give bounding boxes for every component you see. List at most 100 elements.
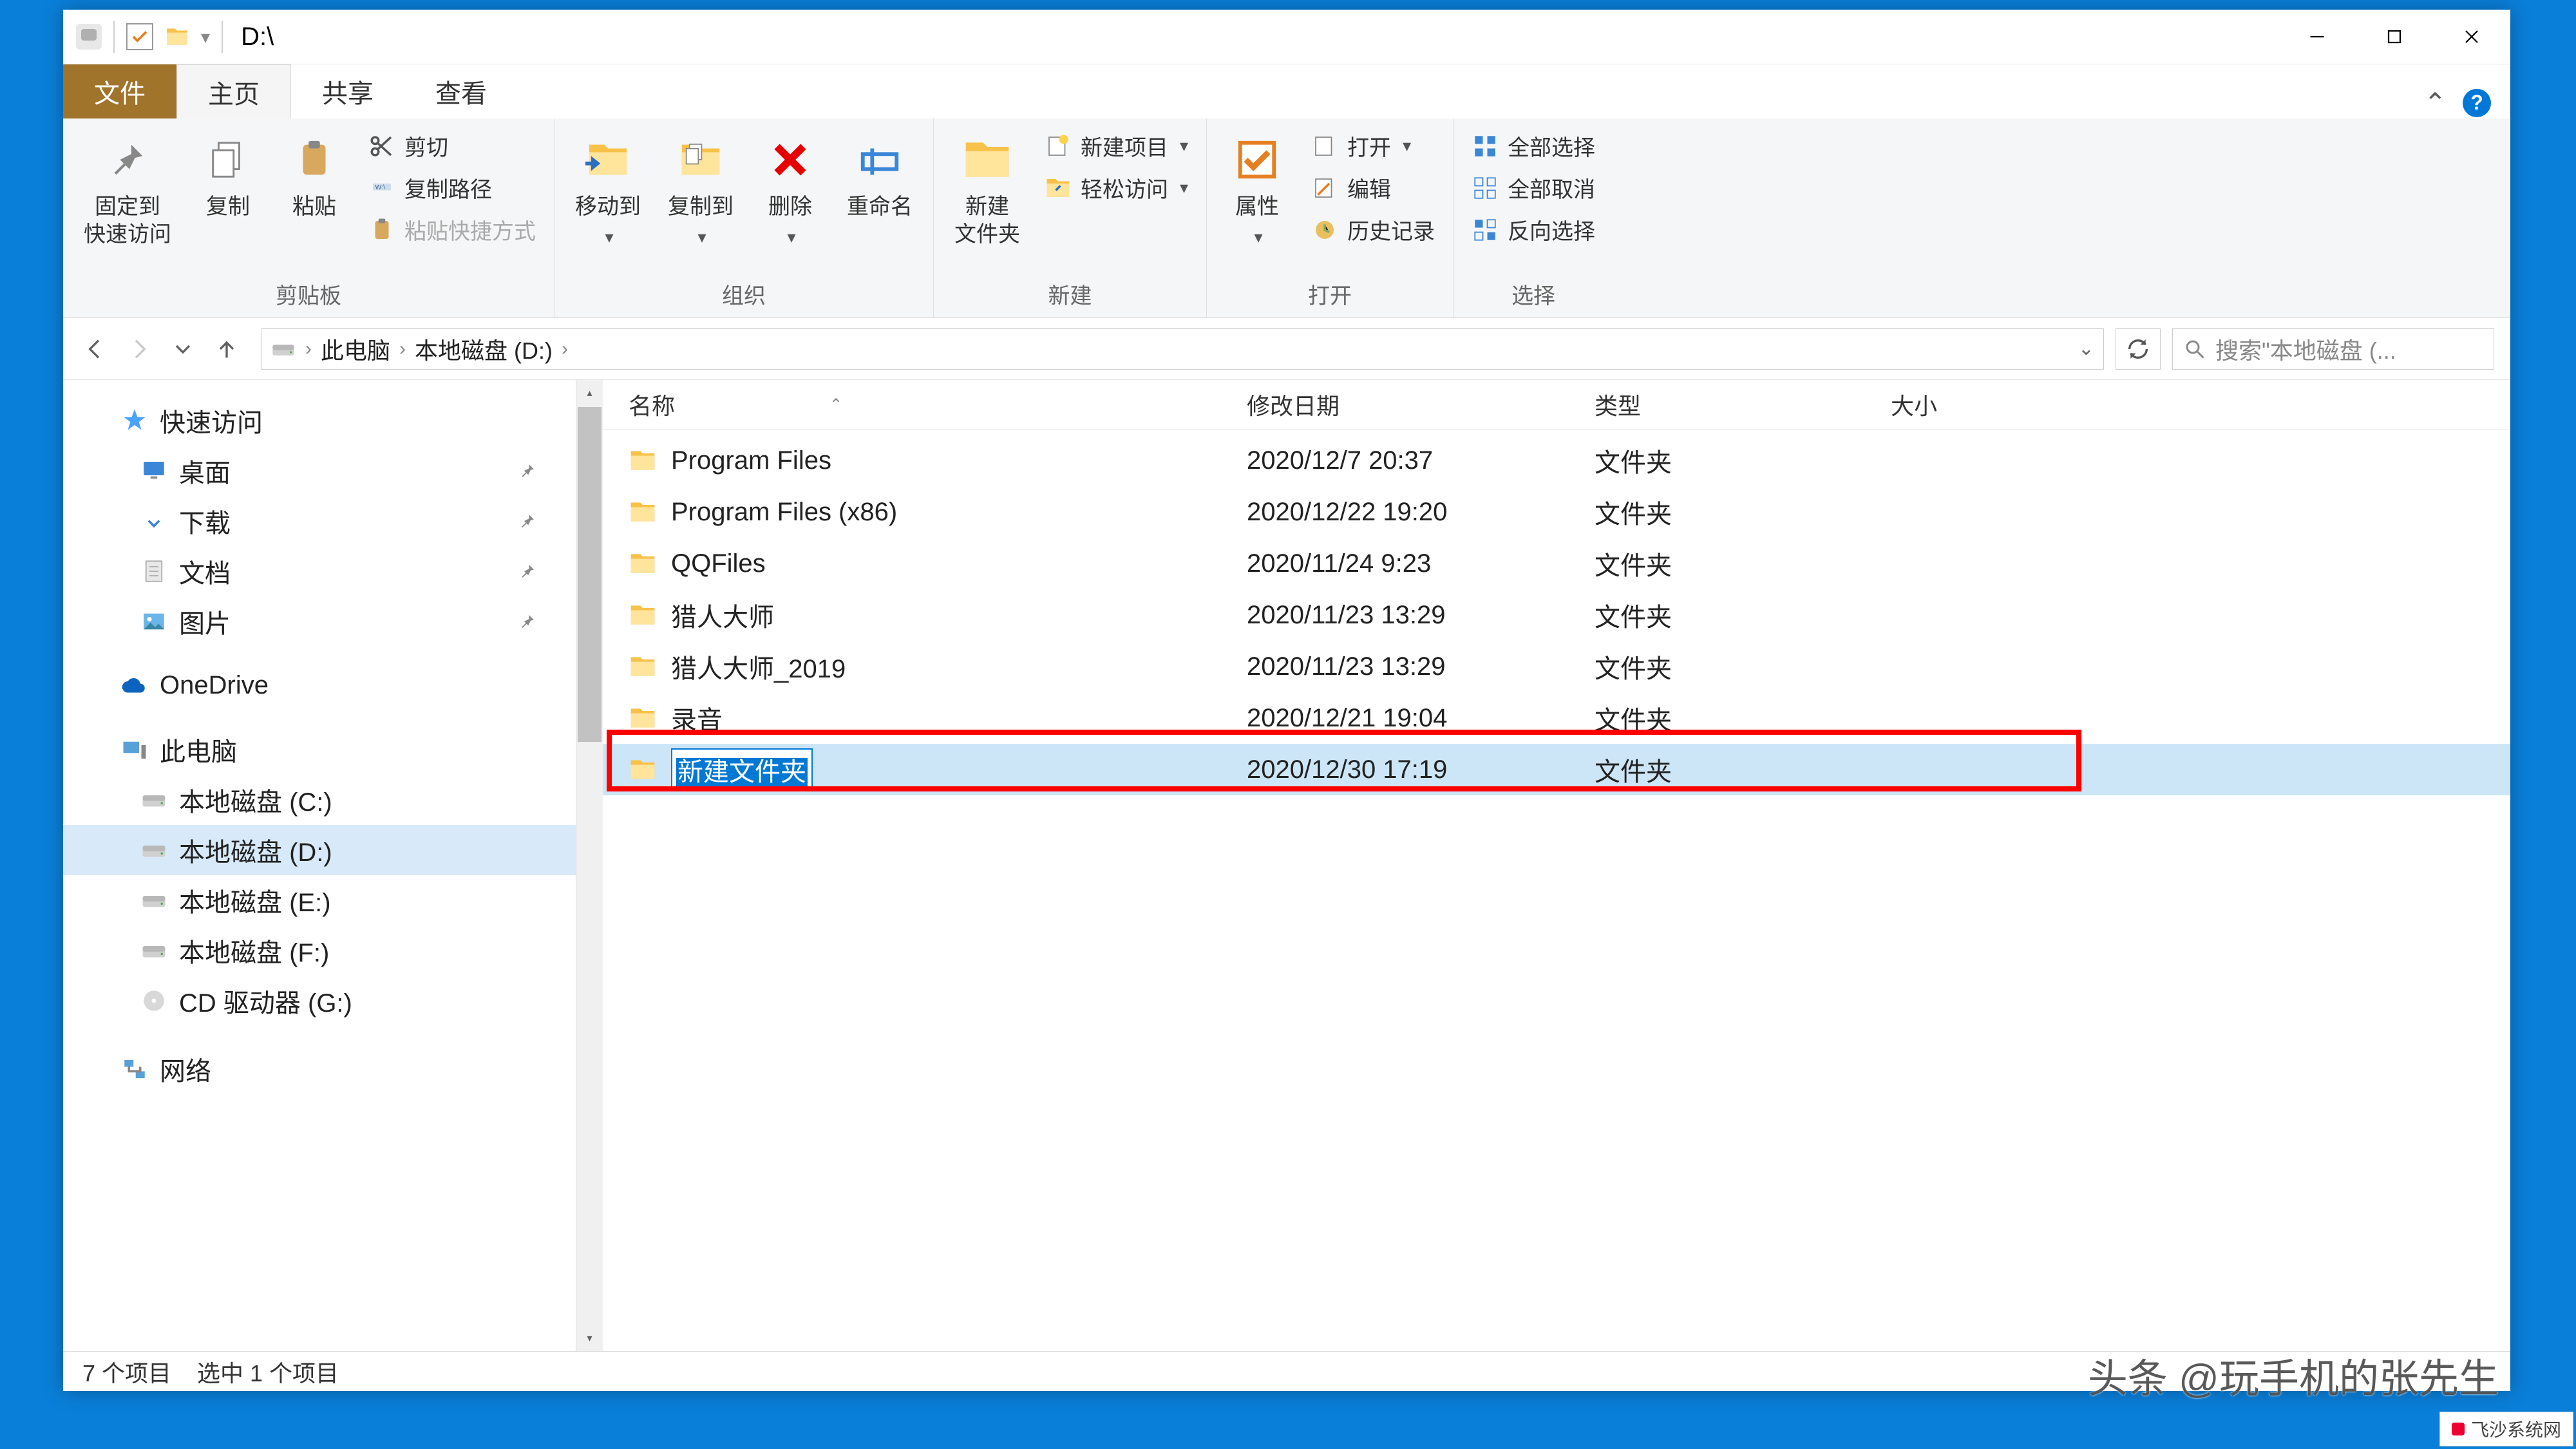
- folder-icon: [629, 704, 657, 732]
- folder-icon: [629, 601, 657, 629]
- breadcrumb-drive[interactable]: 本地磁盘 (D:): [415, 332, 553, 366]
- dropdown-caret-icon: ▾: [1180, 178, 1188, 198]
- col-header-type[interactable]: 类型: [1595, 388, 1891, 421]
- group-label: 剪贴板: [276, 274, 341, 312]
- col-header-date[interactable]: 修改日期: [1247, 388, 1595, 421]
- history-icon: [1311, 216, 1338, 243]
- file-row[interactable]: Program Files (x86)2020/12/22 19:20文件夹: [603, 486, 2510, 538]
- sidebar-item-onedrive[interactable]: OneDrive: [63, 665, 576, 706]
- select-none-button[interactable]: 全部取消: [1465, 169, 1602, 206]
- qat-properties-icon[interactable]: [126, 23, 153, 50]
- file-row[interactable]: 猎人大师_20192020/11/23 13:29文件夹: [603, 641, 2510, 692]
- ribbon: 固定到 快速访问 复制 粘贴 剪切 W:\复制路径 粘贴快捷方式 剪贴板: [63, 118, 2510, 318]
- dropdown-caret-icon: ▾: [787, 227, 795, 247]
- history-button[interactable]: 历史记录: [1305, 211, 1441, 248]
- navbar: › 此电脑 › 本地磁盘 (D:) › ⌄ 搜索"本地磁盘 (...: [63, 318, 2510, 379]
- sidebar: 快速访问 桌面 下载 文档 图片 OneDrive 此电脑 本地磁盘 (C:) …: [63, 380, 603, 1351]
- move-to-button[interactable]: 移动到 ▾: [566, 128, 650, 252]
- drive-icon: [76, 24, 102, 50]
- qat-folder-icon[interactable]: [165, 24, 189, 49]
- sidebar-item-network[interactable]: 网络: [63, 1044, 576, 1094]
- scroll-thumb[interactable]: [578, 407, 601, 742]
- help-icon[interactable]: ?: [2463, 89, 2491, 117]
- watermark-text: 头条 @玩手机的张先生: [2088, 1346, 2499, 1404]
- file-row[interactable]: Program Files2020/12/7 20:37文件夹: [603, 435, 2510, 486]
- folder-icon: [629, 446, 657, 475]
- minimize-button[interactable]: [2278, 10, 2356, 64]
- ribbon-group-clipboard: 固定到 快速访问 复制 粘贴 剪切 W:\复制路径 粘贴快捷方式 剪贴板: [63, 118, 554, 317]
- paste-shortcut-button[interactable]: 粘贴快捷方式: [362, 211, 542, 248]
- group-label: 选择: [1511, 274, 1555, 312]
- rename-button[interactable]: 重命名: [838, 128, 922, 226]
- back-button[interactable]: [79, 333, 111, 365]
- group-label: 组织: [722, 274, 766, 312]
- file-row[interactable]: QQFiles2020/11/24 9:23文件夹: [603, 538, 2510, 589]
- copy-button[interactable]: 复制: [189, 128, 267, 226]
- easy-access-icon: [1045, 175, 1072, 202]
- copy-to-button[interactable]: 复制到 ▾: [659, 128, 743, 252]
- address-dropdown-icon[interactable]: ⌄: [2078, 337, 2094, 360]
- cloud-icon: [121, 672, 148, 699]
- group-label: 打开: [1308, 274, 1352, 312]
- qat-dropdown-icon[interactable]: ▾: [201, 26, 210, 48]
- body: 快速访问 桌面 下载 文档 图片 OneDrive 此电脑 本地磁盘 (C:) …: [63, 379, 2510, 1351]
- file-row[interactable]: 猎人大师2020/11/23 13:29文件夹: [603, 589, 2510, 641]
- ribbon-group-select: 全部选择 全部取消 反向选择 选择: [1454, 118, 1613, 317]
- separator: [113, 21, 115, 53]
- new-item-icon: [1045, 133, 1072, 160]
- sort-caret-icon: ⌃: [829, 395, 842, 414]
- paste-button[interactable]: 粘贴: [276, 128, 353, 226]
- pin-icon: [518, 612, 537, 631]
- select-none-icon: [1472, 175, 1499, 202]
- pin-icon: [518, 562, 537, 581]
- tab-file[interactable]: 文件: [63, 64, 176, 118]
- nav-tree: 快速访问 桌面 下载 文档 图片 OneDrive 此电脑 本地磁盘 (C:) …: [63, 380, 576, 1351]
- ribbon-group-organize: 移动到 ▾ 复制到 ▾ 删除 ▾ 重命名 组织: [554, 118, 934, 317]
- open-icon: [1311, 133, 1338, 160]
- invert-selection-button[interactable]: 反向选择: [1465, 211, 1602, 248]
- col-header-name[interactable]: 名称⌃: [629, 388, 1247, 421]
- search-input[interactable]: 搜索"本地磁盘 (...: [2172, 328, 2494, 370]
- rename-icon: [853, 133, 907, 187]
- sidebar-item-cd-drive[interactable]: CD 驱动器 (G:): [63, 976, 576, 1026]
- scroll-down-icon[interactable]: ▾: [576, 1325, 603, 1351]
- easy-access-button[interactable]: 轻松访问▾: [1038, 169, 1195, 206]
- open-button[interactable]: 打开▾: [1305, 128, 1441, 164]
- paste-icon: [287, 133, 341, 187]
- select-all-button[interactable]: 全部选择: [1465, 128, 1602, 164]
- recent-dropdown[interactable]: [167, 333, 199, 365]
- new-item-button[interactable]: 新建项目▾: [1038, 128, 1195, 164]
- corner-badge: 飞沙系统网: [2439, 1412, 2573, 1446]
- pin-icon: [518, 511, 537, 531]
- tab-view[interactable]: 查看: [404, 64, 518, 118]
- refresh-button[interactable]: [2116, 328, 2161, 370]
- properties-icon: [1230, 133, 1284, 187]
- copy-icon: [201, 133, 255, 187]
- tab-home[interactable]: 主页: [176, 64, 291, 118]
- separator: [222, 21, 223, 53]
- sidebar-scrollbar[interactable]: ▴ ▾: [576, 380, 603, 1351]
- delete-button[interactable]: 删除 ▾: [752, 128, 829, 252]
- dropdown-caret-icon: ▾: [1255, 227, 1263, 247]
- scroll-up-icon[interactable]: ▴: [576, 380, 603, 406]
- file-row[interactable]: 录音2020/12/21 19:04文件夹: [603, 692, 2510, 744]
- dropdown-caret-icon: ▾: [1403, 136, 1411, 156]
- cut-button[interactable]: 剪切: [362, 128, 542, 164]
- file-row-selected[interactable]: 新建文件夹 2020/12/30 17:19 文件夹: [603, 744, 2510, 795]
- chevron-right-icon: ›: [562, 338, 568, 360]
- maximize-button[interactable]: [2356, 10, 2433, 64]
- scissors-icon: [368, 133, 395, 160]
- close-button[interactable]: [2433, 10, 2510, 64]
- collapse-ribbon-icon[interactable]: ⌃: [2424, 87, 2447, 118]
- breadcrumb-this-pc[interactable]: 此电脑: [321, 332, 390, 366]
- new-folder-button[interactable]: 新建 文件夹: [945, 128, 1029, 253]
- window-title: D:\: [241, 23, 274, 52]
- address-bar[interactable]: › 此电脑 › 本地磁盘 (D:) › ⌄: [261, 328, 2104, 370]
- col-header-size[interactable]: 大小: [1891, 388, 2084, 421]
- folder-icon: [629, 652, 657, 681]
- pin-to-quick-access-button[interactable]: 固定到 快速访问: [75, 128, 180, 253]
- forward-button[interactable]: [123, 333, 155, 365]
- properties-button[interactable]: 属性 ▾: [1218, 128, 1296, 252]
- rename-input[interactable]: 新建文件夹: [671, 748, 813, 791]
- up-button[interactable]: [211, 333, 243, 365]
